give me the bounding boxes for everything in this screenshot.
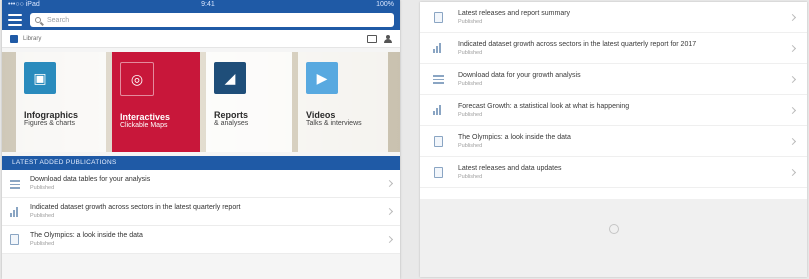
screenshot-wrapper: •••○○ iPad 9:41 100% Search Library ▣ In… — [0, 0, 809, 279]
table-icon — [432, 74, 444, 84]
chevron-right-icon — [788, 137, 797, 145]
brand-logo — [10, 34, 18, 43]
item-date: Published — [30, 213, 55, 219]
bar-chart-icon — [433, 43, 443, 53]
document-icon — [433, 166, 443, 178]
tile-subtitle: Clickable Maps — [120, 122, 168, 129]
item-date: Published — [30, 185, 55, 191]
status-carrier: •••○○ iPad — [8, 1, 40, 8]
item-title: The Olympics: a look inside the data — [458, 133, 571, 141]
bar-chart-icon — [433, 105, 443, 115]
tile-infographics[interactable]: ▣ Infographics Figures & charts — [16, 52, 106, 152]
chevron-right-icon — [788, 106, 797, 114]
chevron-right-icon — [788, 75, 797, 83]
brand[interactable]: Library — [10, 34, 42, 43]
bar-chart-icon — [10, 206, 20, 217]
tile-subtitle: Talks & interviews — [306, 120, 362, 127]
chevron-right-icon — [385, 179, 394, 188]
right-screen: Latest releases and report summary Publi… — [420, 2, 807, 277]
loading-spinner-icon — [608, 224, 619, 234]
hamburger-menu-icon[interactable] — [8, 14, 22, 26]
item-title: Download data tables for your analysis — [30, 176, 151, 183]
list-item[interactable]: Indicated dataset growth across sectors … — [2, 198, 400, 226]
document-icon — [433, 135, 443, 147]
tile-subtitle: Figures & charts — [24, 120, 75, 127]
item-title: Forecast Growth: a statistical look at w… — [458, 102, 630, 110]
list-item[interactable]: Latest releases and report summary Publi… — [420, 2, 807, 33]
loading-footer — [420, 199, 807, 277]
section-header: LATEST ADDED PUBLICATIONS — [2, 156, 400, 170]
item-title: The Olympics: a look inside the data — [30, 232, 143, 239]
top-bar: Search — [2, 10, 400, 30]
item-date: Published — [458, 142, 483, 149]
item-title: Download data for your growth analysis — [458, 71, 581, 79]
list-item[interactable]: Download data for your growth analysis P… — [420, 64, 807, 95]
chevron-right-icon — [385, 207, 394, 216]
grid-view-icon[interactable] — [367, 34, 377, 43]
publication-list: Download data tables for your analysis P… — [2, 170, 400, 254]
tile-subtitle: & analyses — [214, 120, 249, 127]
list-item[interactable]: The Olympics: a look inside the data Pub… — [2, 226, 400, 254]
chevron-right-icon — [788, 168, 797, 176]
tile-title: Interactives — [120, 112, 171, 122]
tile-interactives[interactable]: ◎ Interactives Clickable Maps — [112, 52, 200, 152]
list-item[interactable]: Indicated dataset growth across sectors … — [420, 33, 807, 64]
tile-reports[interactable]: ◢ Reports & analyses — [206, 52, 292, 152]
item-date: Published — [458, 173, 483, 180]
status-battery: 100% — [376, 1, 394, 8]
item-date: Published — [458, 49, 483, 56]
chevron-right-icon — [788, 44, 797, 52]
list-item[interactable]: Download data tables for your analysis P… — [2, 170, 400, 198]
item-date: Published — [458, 80, 483, 87]
sub-header: Library — [2, 30, 400, 48]
tile-videos[interactable]: ▶ Videos Talks & interviews — [298, 52, 388, 152]
list-item[interactable]: Forecast Growth: a statistical look at w… — [420, 95, 807, 126]
video-icon: ▶ — [306, 62, 338, 94]
item-title: Latest releases and data updates — [458, 164, 562, 172]
list-item[interactable]: Latest releases and data updates Publish… — [420, 157, 807, 188]
list-item[interactable]: The Olympics: a look inside the data Pub… — [420, 126, 807, 157]
search-icon — [35, 17, 41, 23]
left-screen: •••○○ iPad 9:41 100% Search Library ▣ In… — [2, 0, 400, 279]
table-icon — [10, 179, 20, 189]
globe-icon: ◎ — [120, 62, 154, 96]
search-input[interactable]: Search — [30, 13, 394, 27]
tile-title: Infographics — [24, 110, 79, 120]
item-title: Indicated dataset growth across sectors … — [30, 204, 241, 211]
tile-title: Videos — [306, 110, 336, 120]
document-icon — [10, 233, 19, 245]
brand-text: Library — [23, 35, 42, 42]
document-icon — [433, 11, 443, 23]
chevron-right-icon — [385, 235, 394, 244]
header-icons — [367, 34, 392, 43]
item-title: Latest releases and report summary — [458, 9, 571, 17]
user-icon[interactable] — [384, 34, 392, 43]
search-placeholder: Search — [47, 16, 70, 24]
item-date: Published — [458, 111, 483, 118]
tile-title: Reports — [214, 110, 249, 120]
status-time: 9:41 — [201, 1, 215, 8]
image-icon: ▣ — [24, 62, 56, 94]
item-date: Published — [30, 241, 55, 247]
category-carousel: ▣ Infographics Figures & charts ◎ Intera… — [2, 52, 400, 152]
chevron-right-icon — [788, 13, 797, 21]
status-bar: •••○○ iPad 9:41 100% — [2, 0, 400, 10]
item-date: Published — [458, 18, 483, 25]
item-title: Indicated dataset growth across sectors … — [458, 40, 697, 48]
chart-icon: ◢ — [214, 62, 246, 94]
